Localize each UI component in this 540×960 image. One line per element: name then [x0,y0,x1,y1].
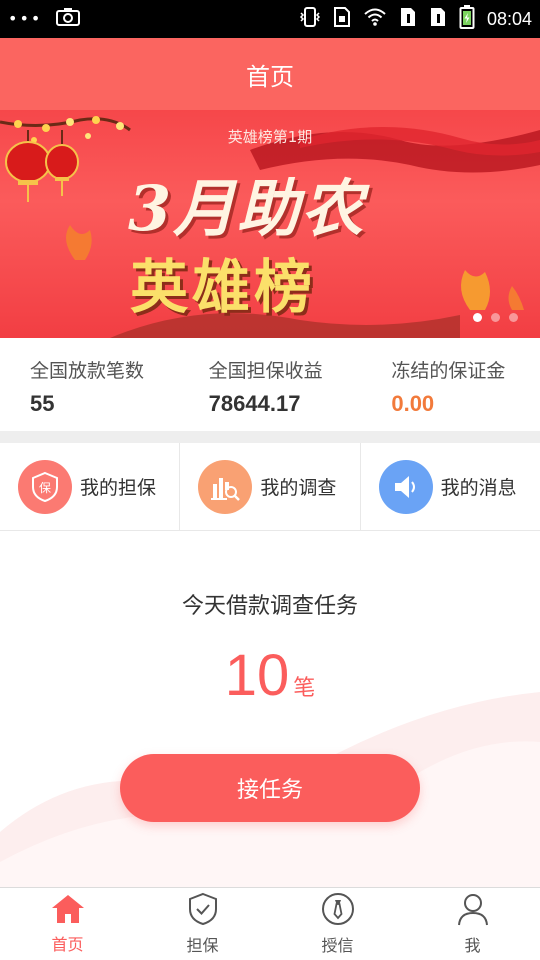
entry-label: 我的调查 [260,477,337,499]
tab-label: 我 [464,936,481,955]
shield-bao-icon: 保 [18,459,72,514]
banner-headline-2: 英雄榜 [130,253,317,321]
accept-task-button[interactable]: 接任务 [120,754,420,822]
task-title: 今天借款调查任务 [181,594,358,619]
shield-check-icon [187,892,219,930]
my-guarantee-entry[interactable]: 保 我的担保 [0,443,181,530]
banner-dot[interactable] [473,313,482,322]
page-title: 首页 [246,62,294,91]
banner-headline-1: 3月助农 [128,172,366,245]
status-time: 08:04 [486,8,532,29]
chart-search-icon [198,459,253,514]
entry-label: 我的担保 [80,477,157,499]
promo-banner[interactable]: 英雄榜第1期 3月助农 英雄榜 [0,110,540,338]
task-count: 10 笔 [0,642,540,709]
stats-row: 全国放款笔数 55 全国担保收益 78644.17 冻结的保证金 0.00 [0,338,540,431]
section-divider [0,431,540,443]
sim2-icon [429,6,447,32]
tab-home[interactable]: 首页 [0,888,135,960]
wave-background [0,692,540,887]
screenshot-icon [56,7,81,31]
user-icon [456,892,490,930]
status-bar: ••• 08:04 [0,0,540,38]
tie-icon [321,892,355,930]
speaker-icon [378,459,433,514]
stat-label: 全国担保收益 [208,360,323,382]
tab-guarantee[interactable]: 担保 [135,888,270,960]
svg-text:保: 保 [39,481,51,495]
wifi-icon [363,7,387,31]
entry-label: 我的消息 [440,477,517,499]
banner-dot[interactable] [491,313,500,322]
stat-value: 78644.17 [208,391,301,416]
banner-dot[interactable] [509,313,518,322]
my-messages-entry[interactable]: 我的消息 [361,443,540,530]
task-count-number: 10 [224,643,290,708]
stat-guarantee-income: 全国担保收益 78644.17 [179,338,358,431]
stat-label: 全国放款笔数 [30,360,145,382]
title-bar: 首页 [0,38,540,110]
battery-icon [459,4,475,34]
tab-label: 首页 [51,935,84,954]
vibrate-icon [299,6,321,32]
tab-me[interactable]: 我 [405,888,540,960]
sim-icon [333,6,351,32]
stat-value: 0.00 [391,391,435,416]
bottom-tab-bar: 首页 担保 授信 我 [0,887,540,960]
stat-frozen-deposit: 冻结的保证金 0.00 [357,338,540,431]
home-icon [50,893,86,929]
my-survey-entry[interactable]: 我的调查 [180,443,361,530]
quick-entries: 保 我的担保 我的调查 我的消息 [0,443,540,531]
banner-pagination[interactable] [473,313,518,322]
stat-label: 冻结的保证金 [391,360,506,382]
banner-subtitle: 英雄榜第1期 [227,128,313,146]
task-panel: 今天借款调查任务 10 笔 接任务 [0,532,540,887]
stat-value: 55 [30,391,55,416]
tab-label: 授信 [321,936,354,955]
tab-credit[interactable]: 授信 [270,888,405,960]
tab-label: 担保 [186,936,219,955]
more-dots-icon: ••• [8,9,43,28]
task-count-unit: 笔 [293,676,316,701]
stat-loan-count: 全国放款笔数 55 [0,338,179,431]
sim1-icon [399,6,417,32]
